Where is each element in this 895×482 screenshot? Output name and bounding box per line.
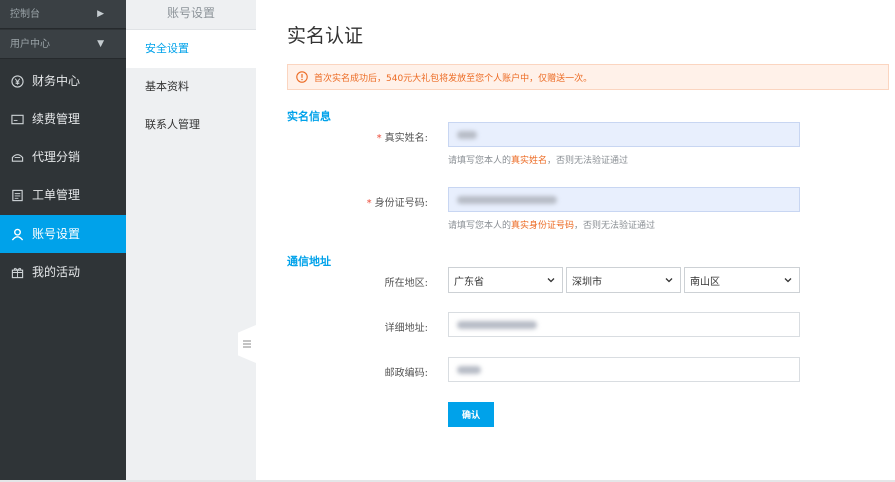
sidebar-item-agent[interactable]: 代理分销 bbox=[0, 138, 126, 176]
sidebar-item-label: 续费管理 bbox=[32, 112, 81, 126]
id-number-label: * 身份证号码: bbox=[256, 194, 428, 209]
section-address-title: 通信地址 bbox=[287, 255, 331, 268]
postal-input[interactable] bbox=[448, 357, 800, 382]
menu-icon bbox=[243, 340, 251, 348]
document-icon bbox=[10, 188, 24, 202]
card-icon bbox=[10, 112, 24, 126]
address-input[interactable] bbox=[448, 312, 800, 337]
masked-value bbox=[457, 196, 557, 204]
chevron-down-icon bbox=[547, 278, 555, 283]
sidebar-item-label: 工单管理 bbox=[32, 188, 81, 202]
masked-value bbox=[457, 321, 537, 329]
sidebar-item-label: 控制台 bbox=[10, 9, 40, 20]
subnav-item-security[interactable]: 安全设置 bbox=[126, 30, 256, 68]
user-icon bbox=[10, 227, 24, 241]
notice-text: 首次实名成功后，540元大礼包将发放至您个人账户中，仅赠送一次。 bbox=[314, 73, 593, 84]
sidebar-item-user-center[interactable]: 用户中心 ▼ bbox=[0, 30, 126, 59]
subnav-item-contacts[interactable]: 联系人管理 bbox=[126, 106, 256, 144]
real-name-label: * 真实姓名: bbox=[256, 129, 428, 144]
postal-label: 邮政编码: bbox=[384, 368, 428, 379]
confirm-button[interactable]: 确认 bbox=[448, 402, 494, 427]
required-mark: * bbox=[366, 198, 372, 209]
chevron-right-icon: ▶ bbox=[97, 9, 104, 19]
sidebar-item-label: 账号设置 bbox=[32, 227, 81, 241]
hint-emphasis: 真实姓名 bbox=[511, 156, 548, 166]
real-name-hint: 请填写您本人的真实姓名，否则无法验证通过 bbox=[448, 153, 628, 166]
id-number-label-text: 身份证号码: bbox=[374, 198, 428, 209]
hint-suffix: ，否则无法验证通过 bbox=[574, 221, 656, 231]
real-name-label-text: 真实姓名: bbox=[384, 133, 428, 144]
id-number-input[interactable] bbox=[448, 187, 800, 212]
subnav-title: 账号设置 bbox=[126, 0, 256, 30]
account-subnav: 账号设置 安全设置 基本资料 联系人管理 bbox=[126, 0, 257, 482]
notice-banner: 首次实名成功后，540元大礼包将发放至您个人账户中，仅赠送一次。 bbox=[287, 64, 889, 90]
required-mark: * bbox=[376, 133, 382, 144]
district-select[interactable]: 南山区 bbox=[684, 267, 800, 293]
sidebar-item-label: 财务中心 bbox=[32, 74, 81, 88]
hint-suffix: ，否则无法验证通过 bbox=[547, 156, 629, 166]
sidebar-item-label: 代理分销 bbox=[32, 150, 81, 164]
hint-prefix: 请填写您本人的 bbox=[448, 156, 512, 166]
sidebar: 控制台 ▶ 用户中心 ▼ 财务中心 续费管理 代理分销 工单管理 账号设置 我的… bbox=[0, 0, 126, 482]
masked-value bbox=[457, 131, 477, 139]
sidebar-item-activity[interactable]: 我的活动 bbox=[0, 253, 126, 291]
sidebar-item-label: 我的活动 bbox=[32, 265, 81, 279]
city-value: 深圳市 bbox=[572, 276, 602, 288]
masked-value bbox=[457, 366, 481, 374]
chevron-down-icon bbox=[784, 278, 792, 283]
province-select[interactable]: 广东省 bbox=[448, 267, 563, 293]
sidebar-item-finance[interactable]: 财务中心 bbox=[0, 62, 126, 100]
sidebar-item-label: 用户中心 bbox=[10, 39, 50, 50]
chevron-down-icon bbox=[665, 278, 673, 283]
share-icon bbox=[10, 150, 24, 164]
sidebar-item-account[interactable]: 账号设置 bbox=[0, 215, 126, 253]
page-title: 实名认证 bbox=[287, 25, 364, 47]
sidebar-item-console[interactable]: 控制台 ▶ bbox=[0, 0, 126, 29]
subnav-item-profile[interactable]: 基本资料 bbox=[126, 68, 256, 106]
hint-emphasis: 真实身份证号码 bbox=[511, 221, 575, 231]
id-number-hint: 请填写您本人的真实身份证号码，否则无法验证通过 bbox=[448, 218, 655, 231]
gift-icon bbox=[10, 265, 24, 279]
yen-circle-icon bbox=[10, 74, 24, 88]
warning-icon bbox=[296, 71, 308, 83]
chevron-down-icon: ▼ bbox=[97, 39, 104, 49]
address-label: 详细地址: bbox=[384, 323, 428, 334]
sidebar-item-renewal[interactable]: 续费管理 bbox=[0, 100, 126, 138]
main-panel: 实名认证 首次实名成功后，540元大礼包将发放至您个人账户中，仅赠送一次。 实名… bbox=[256, 0, 895, 482]
hint-prefix: 请填写您本人的 bbox=[448, 221, 512, 231]
sidebar-item-ticket[interactable]: 工单管理 bbox=[0, 176, 126, 214]
section-identity-title: 实名信息 bbox=[287, 110, 331, 123]
district-value: 南山区 bbox=[690, 276, 720, 288]
province-value: 广东省 bbox=[454, 276, 484, 288]
real-name-input[interactable] bbox=[448, 122, 800, 147]
city-select[interactable]: 深圳市 bbox=[566, 267, 681, 293]
region-label: 所在地区: bbox=[384, 278, 428, 289]
